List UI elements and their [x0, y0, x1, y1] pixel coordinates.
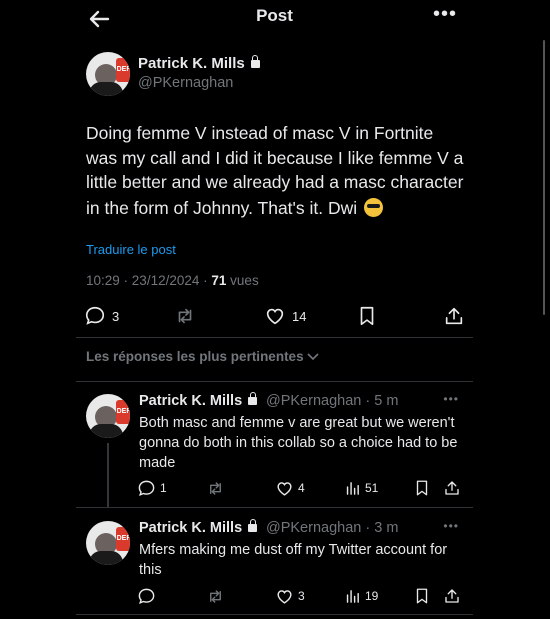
post-date[interactable]: 23/12/2024 [132, 273, 200, 288]
reply-button[interactable]: 1 [137, 476, 167, 500]
lock-icon [250, 55, 260, 68]
reply-icon [138, 588, 155, 604]
analytics-icon [346, 589, 359, 603]
post-meta: 10:29 · 23/12/2024 · 71 vues [86, 273, 259, 288]
repost-button[interactable] [206, 476, 225, 500]
views-button[interactable]: 19 [344, 584, 378, 608]
share-button[interactable] [443, 584, 461, 608]
share-icon [445, 307, 463, 325]
share-button[interactable] [443, 304, 465, 328]
avatar[interactable]: DER [86, 394, 130, 438]
bookmark-icon [416, 480, 428, 496]
like-button[interactable]: 3 [275, 584, 305, 608]
bookmark-button[interactable] [413, 584, 431, 608]
views-label: vues [230, 273, 259, 288]
translate-link[interactable]: Traduire le post [86, 242, 176, 257]
reply-handle[interactable]: @PKernaghan · 5 m [266, 393, 398, 409]
post-actions: 3 14 [76, 304, 473, 328]
lock-icon [248, 392, 258, 405]
divider [76, 507, 473, 508]
repost-icon [210, 589, 221, 603]
post-text: Doing femme V instead of masc V in Fortn… [86, 123, 464, 218]
reply-icon [138, 480, 155, 496]
lock-icon [248, 519, 258, 532]
post-time[interactable]: 10:29 [86, 273, 120, 288]
avatar[interactable]: DER [86, 52, 130, 96]
reply-actions: 1 4 51 [76, 476, 473, 500]
bookmark-button[interactable] [413, 476, 431, 500]
reply-handle[interactable]: @PKernaghan · 3 m [266, 520, 398, 536]
repost-icon [210, 481, 221, 495]
divider [76, 337, 473, 338]
top-bar: Post ••• [76, 0, 473, 38]
scrollbar[interactable] [543, 40, 545, 315]
more-options-icon[interactable]: ••• [433, 3, 457, 26]
share-icon [445, 481, 459, 495]
heart-icon [266, 308, 284, 325]
reply-actions: 3 19 [76, 584, 473, 608]
repost-button[interactable] [206, 584, 225, 608]
sunglasses-emoji-icon [364, 197, 384, 217]
views-button[interactable]: 51 [344, 476, 378, 500]
analytics-icon [346, 481, 359, 495]
author-name[interactable]: Patrick K. Mills [138, 55, 260, 72]
bookmark-icon [416, 588, 428, 604]
bookmark-icon [360, 306, 374, 326]
replies-sort-dropdown[interactable]: Les réponses les plus pertinentes [86, 349, 319, 364]
share-button[interactable] [443, 476, 461, 500]
reply-button[interactable] [137, 584, 156, 608]
repost-icon [178, 308, 192, 324]
repost-button[interactable] [174, 304, 196, 328]
reply-author-name[interactable]: Patrick K. Mills [139, 519, 258, 536]
share-icon [445, 589, 459, 603]
reply-button[interactable]: 3 [84, 304, 119, 328]
avatar[interactable]: DER [86, 521, 130, 565]
reply-icon [85, 306, 105, 325]
like-button[interactable]: 4 [275, 476, 305, 500]
chevron-down-icon [307, 353, 319, 361]
reply-text: Mfers making me dust off my Twitter acco… [139, 542, 448, 578]
like-button[interactable]: 14 [264, 304, 306, 328]
author-handle[interactable]: @PKernaghan [138, 75, 233, 91]
bookmark-button[interactable] [356, 304, 378, 328]
divider [76, 614, 473, 615]
divider [76, 381, 473, 382]
reply-author-name[interactable]: Patrick K. Mills [139, 392, 258, 409]
post-screen: Post ••• DER Patrick K. Mills @PKernagha… [76, 0, 545, 619]
heart-icon [277, 481, 292, 496]
heart-icon [277, 589, 292, 604]
views-count: 71 [211, 273, 227, 288]
page-title: Post [256, 6, 293, 25]
reply-text: Both masc and femme v are great but we w… [139, 415, 458, 471]
reply-more-icon[interactable]: ••• [443, 519, 459, 533]
reply-more-icon[interactable]: ••• [443, 392, 459, 406]
